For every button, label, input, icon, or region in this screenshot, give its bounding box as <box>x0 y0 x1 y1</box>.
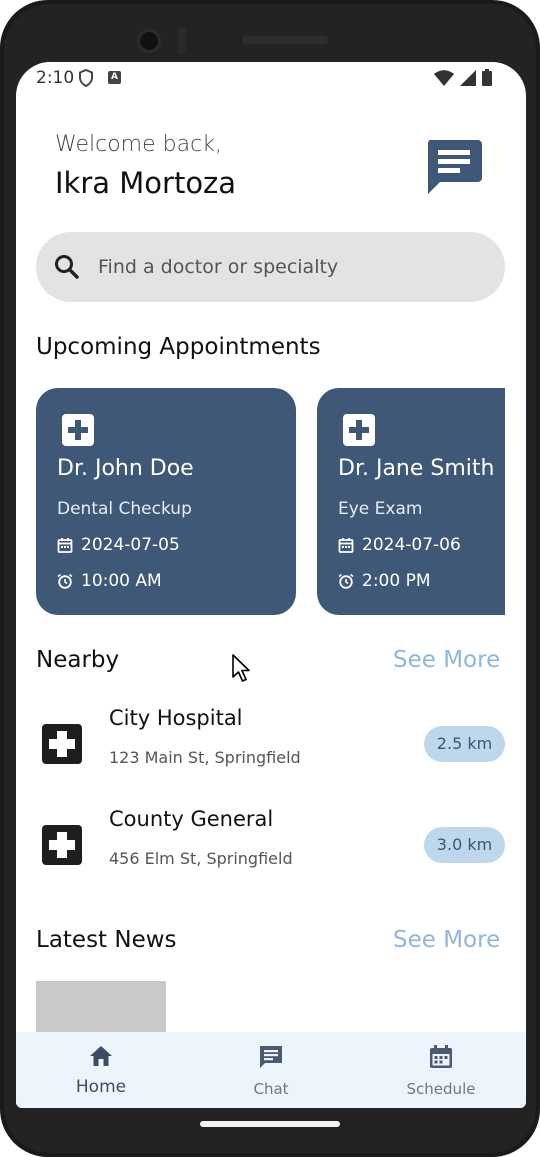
appointment-card[interactable]: Dr. John Doe Dental Checkup 2024-07-05 1… <box>36 388 296 615</box>
wifi-icon <box>434 69 454 86</box>
calendar-icon <box>430 1045 452 1068</box>
nav-home-label: Home <box>75 1077 127 1097</box>
distance-badge: 3.0 km <box>424 827 505 863</box>
alarm-clock-icon <box>338 573 354 589</box>
appointment-date-row: 2024-07-06 <box>338 535 461 555</box>
search-input[interactable] <box>98 232 478 302</box>
distance-badge: 2.5 km <box>424 726 505 762</box>
nav-chat[interactable]: Chat <box>186 1032 356 1108</box>
nearby-see-more-link[interactable]: See More <box>393 647 500 673</box>
appointments-carousel[interactable]: Dr. John Doe Dental Checkup 2024-07-05 1… <box>36 388 505 616</box>
welcome-text: Welcome back, <box>55 132 222 157</box>
appointment-time: 2:00 PM <box>362 571 431 591</box>
nav-schedule-label: Schedule <box>406 1080 476 1098</box>
gesture-home-bar[interactable] <box>200 1121 340 1127</box>
nav-home[interactable]: Home <box>16 1032 186 1108</box>
appointment-date: 2024-07-06 <box>362 535 461 555</box>
search-icon <box>55 255 79 279</box>
appointment-type: Eye Exam <box>338 499 423 519</box>
medical-cross-icon <box>62 414 94 446</box>
appointment-time-row: 10:00 AM <box>57 571 162 591</box>
calendar-icon <box>57 538 73 553</box>
earpiece-speaker <box>242 36 328 44</box>
status-indicators <box>434 69 492 86</box>
hospital-address: 123 Main St, Springfield <box>109 748 301 767</box>
app-screen: 2:10 A Welcome back, Ikra Mortoza Find a… <box>16 62 526 1108</box>
battery-icon <box>482 69 492 86</box>
bottom-navigation: Home Chat Schedule <box>16 1032 526 1108</box>
appointment-date: 2024-07-05 <box>81 535 180 555</box>
appointment-doctor: Dr. John Doe <box>57 456 194 481</box>
nearby-title: Nearby <box>36 647 120 673</box>
front-camera <box>137 29 161 53</box>
hospital-address: 456 Elm St, Springfield <box>109 849 293 868</box>
nav-schedule[interactable]: Schedule <box>356 1032 526 1108</box>
hospital-name: County General <box>109 807 274 831</box>
appointment-time: 10:00 AM <box>81 571 162 591</box>
sensor <box>178 28 186 54</box>
calendar-icon <box>338 538 354 553</box>
hospital-name: City Hospital <box>109 706 243 730</box>
appointment-date-row: 2024-07-05 <box>57 535 180 555</box>
user-name: Ikra Mortoza <box>55 166 237 200</box>
alarm-clock-icon <box>57 573 73 589</box>
nav-chat-label: Chat <box>253 1080 289 1098</box>
phone-frame: 2:10 A Welcome back, Ikra Mortoza Find a… <box>0 0 540 1157</box>
medical-cross-icon <box>343 414 375 446</box>
notification-a-icon: A <box>108 71 121 84</box>
nearby-list-item[interactable]: County General 456 Elm St, Springfield 3… <box>36 803 505 883</box>
status-time: 2:10 <box>36 68 75 88</box>
nearby-list-item[interactable]: City Hospital 123 Main St, Springfield 2… <box>36 702 505 782</box>
chat-icon <box>260 1046 282 1068</box>
hospital-cross-icon <box>42 825 82 865</box>
mouse-pointer-icon <box>232 654 250 682</box>
appointment-doctor: Dr. Jane Smith <box>338 456 495 481</box>
appointment-type: Dental Checkup <box>57 499 192 519</box>
shield-icon <box>79 69 93 87</box>
appointment-card[interactable]: Dr. Jane Smith Eye Exam 2024-07-06 2:00 … <box>317 388 505 615</box>
chat-bubble-icon[interactable] <box>426 140 482 194</box>
hospital-cross-icon <box>42 724 82 764</box>
upcoming-appointments-title: Upcoming Appointments <box>36 334 321 360</box>
appointment-time-row: 2:00 PM <box>338 571 431 591</box>
latest-news-title: Latest News <box>36 927 177 953</box>
news-see-more-link[interactable]: See More <box>393 927 500 953</box>
signal-icon <box>460 69 476 86</box>
home-icon <box>90 1046 112 1066</box>
status-bar: 2:10 A <box>16 62 526 96</box>
search-bar[interactable] <box>36 232 505 302</box>
